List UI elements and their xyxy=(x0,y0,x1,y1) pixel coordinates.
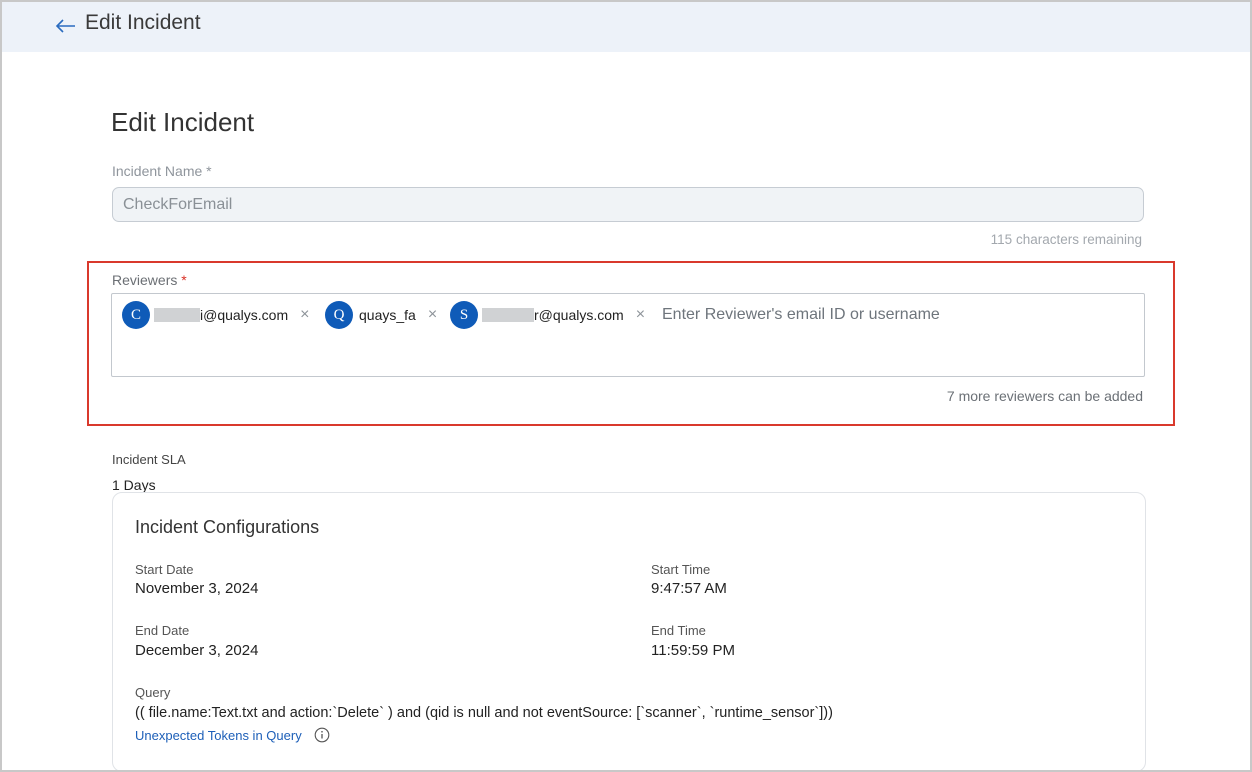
reviewers-required-mark: * xyxy=(181,272,187,288)
avatar: Q xyxy=(325,301,353,329)
incident-configurations-card: Incident Configurations Start Date Novem… xyxy=(112,492,1146,770)
incident-name-required-mark: * xyxy=(206,163,212,179)
reviewer-chip-text: r@qualys.com xyxy=(534,307,624,323)
incident-name-label: Incident Name * xyxy=(112,163,212,179)
page-title: Edit Incident xyxy=(111,107,255,137)
query-label: Query xyxy=(135,685,171,700)
start-time-label: Start Time xyxy=(651,562,711,577)
edit-incident-page: Edit Incident Edit Incident Incident Nam… xyxy=(0,0,1252,772)
reviewer-chip: Q quays_fa × xyxy=(325,301,437,329)
info-circle-icon[interactable] xyxy=(314,727,330,743)
start-date-label: Start Date xyxy=(135,562,194,577)
redacted-text xyxy=(154,308,200,322)
configurations-title: Incident Configurations xyxy=(135,517,320,537)
incident-sla-value: 1 Days xyxy=(112,477,156,493)
header-title: Edit Incident xyxy=(85,11,201,34)
top-bar: Edit Incident xyxy=(2,2,1250,52)
redacted-text xyxy=(482,308,534,322)
reviewer-chip: S r@qualys.com × xyxy=(450,301,645,329)
end-time-label: End Time xyxy=(651,623,706,638)
arrow-left-icon[interactable] xyxy=(54,14,78,38)
incident-sla-label: Incident SLA xyxy=(112,452,186,467)
avatar: S xyxy=(450,301,478,329)
reviewers-field[interactable]: C i@qualys.com × Q quays_fa × S r@qualys… xyxy=(111,293,1145,377)
close-icon[interactable]: × xyxy=(636,306,645,324)
close-icon[interactable]: × xyxy=(428,306,437,324)
characters-remaining: 115 characters remaining xyxy=(990,232,1142,247)
more-reviewers-hint: 7 more reviewers can be added xyxy=(946,388,1143,404)
reviewer-chip-text: i@qualys.com xyxy=(200,307,289,323)
query-value: (( file.name:Text.txt and action:`Delete… xyxy=(135,705,833,721)
reviewer-search-input[interactable] xyxy=(662,303,1132,327)
incident-name-input[interactable] xyxy=(112,187,1144,222)
end-time-value: 11:59:59 PM xyxy=(651,642,735,659)
reviewer-chip: C i@qualys.com × xyxy=(122,301,309,329)
avatar: C xyxy=(122,301,150,329)
reviewers-label-text: Reviewers xyxy=(112,272,178,288)
close-icon[interactable]: × xyxy=(300,306,309,324)
unexpected-tokens-link[interactable]: Unexpected Tokens in Query xyxy=(135,728,302,743)
reviewer-chip-text: quays_fa xyxy=(359,307,416,323)
end-date-label: End Date xyxy=(135,623,190,638)
incident-name-label-text: Incident Name xyxy=(112,163,203,179)
start-date-value: November 3, 2024 xyxy=(135,580,259,597)
start-time-value: 9:47:57 AM xyxy=(651,580,727,597)
reviewers-label: Reviewers * xyxy=(112,272,187,288)
end-date-value: December 3, 2024 xyxy=(135,642,259,659)
